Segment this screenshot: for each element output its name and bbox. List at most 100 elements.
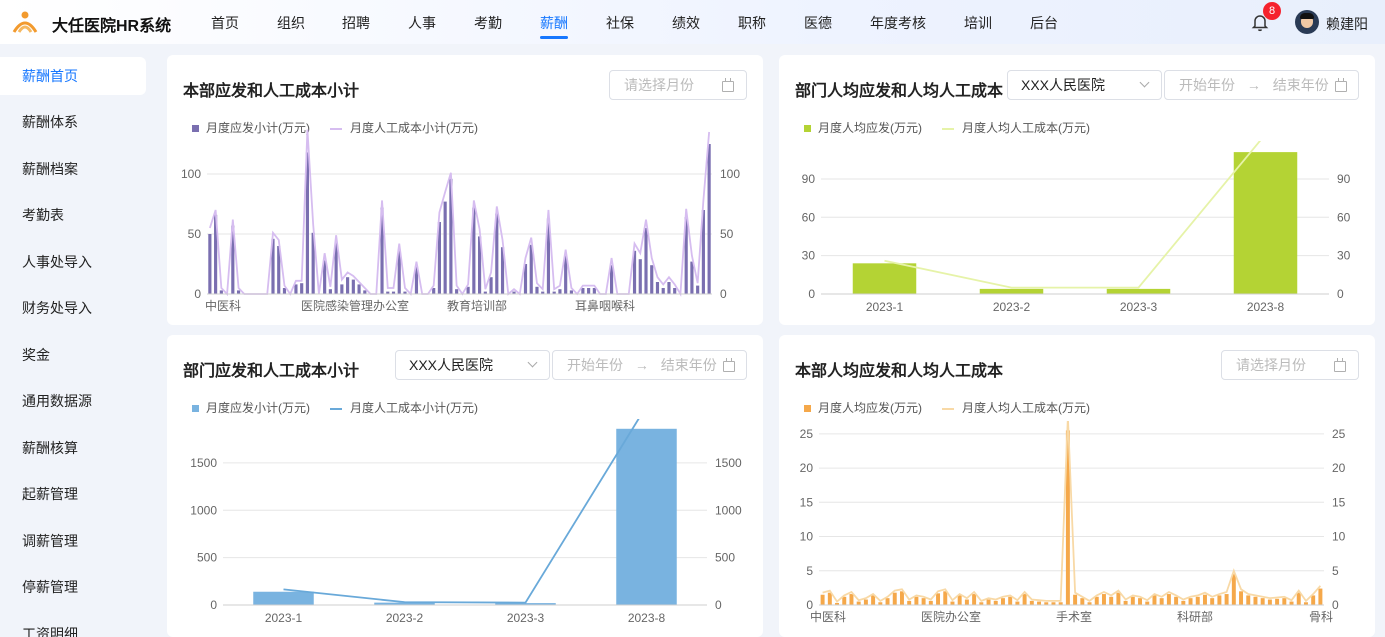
bar [1094, 596, 1099, 605]
bar [863, 599, 868, 605]
top-navbar: 大任医院HR系统 首页 组织 招聘 人事 考勤 薪酬 社保 绩效 职称 医德 年… [0, 0, 1385, 44]
bar [827, 592, 832, 605]
nav-medical-ethics[interactable]: 医德 [804, 13, 832, 33]
bar [1217, 595, 1222, 605]
card-dept-salary-cost-hospital: 部门应发和人工成本小计 XXX人民医院 开始年份 → 结束年份 月度应发小计(万… [167, 335, 763, 637]
nav-annual-review[interactable]: 年度考核 [870, 13, 926, 33]
nav-organization[interactable]: 组织 [277, 13, 305, 33]
x-tick-label: 教育培训部 [447, 298, 507, 313]
card-dept-salary-cost: 本部应发和人工成本小计 请选择月份 月度应发小计(万元) 月度人工成本小计(万元)… [167, 55, 763, 325]
legend-label: 月度人工成本小计(万元) [350, 400, 478, 415]
nav-salary[interactable]: 薪酬 [540, 13, 568, 33]
bar [1008, 596, 1013, 605]
bar [957, 595, 962, 605]
bar [1233, 152, 1298, 294]
sidebar-item-hr-import[interactable]: 人事处导入 [0, 243, 146, 281]
sidebar-item-salary-detail[interactable]: 工资明细 [0, 615, 146, 637]
app-logo-icon [12, 11, 38, 33]
nav-personnel[interactable]: 人事 [408, 13, 436, 33]
bar [1166, 594, 1171, 605]
x-tick-label: 中医科 [205, 298, 241, 313]
sidebar-item-salary-system[interactable]: 薪酬体系 [0, 103, 146, 141]
sidebar-item-salary-start[interactable]: 起薪管理 [0, 475, 146, 513]
bar [1145, 601, 1150, 605]
legend-label: 月度人均人工成本(万元) [962, 400, 1090, 415]
bar [443, 201, 447, 294]
nav-attendance[interactable]: 考勤 [474, 13, 502, 33]
bar [558, 289, 562, 294]
bar [907, 600, 912, 605]
sidebar-item-attendance-sheet[interactable]: 考勤表 [0, 196, 146, 234]
bar [1022, 594, 1027, 605]
y-tick-label: 0 [808, 287, 815, 301]
y-tick-label-right: 0 [715, 598, 722, 612]
bar [1282, 598, 1287, 605]
bar [351, 279, 355, 294]
y-tick-label: 50 [188, 227, 202, 241]
y-tick-label-right: 0 [720, 287, 727, 301]
bar [1289, 601, 1294, 605]
x-tick-label: 科研部 [1177, 609, 1213, 624]
bar [1210, 598, 1215, 605]
bar [1123, 600, 1128, 605]
y-tick-label-right: 5 [1332, 564, 1339, 578]
bar [1000, 598, 1005, 605]
legend-label: 月度应发小计(万元) [206, 400, 310, 415]
bar [1202, 594, 1207, 605]
nav-training[interactable]: 培训 [964, 13, 992, 33]
nav-social-security[interactable]: 社保 [606, 13, 634, 33]
y-tick-label: 60 [802, 210, 816, 224]
nav-title-rank[interactable]: 职称 [738, 13, 766, 33]
x-tick-label: 2023-3 [1120, 300, 1158, 314]
y-tick-label: 500 [197, 551, 217, 565]
avatar[interactable] [1295, 10, 1319, 34]
y-tick-label: 15 [800, 495, 814, 509]
legend-label: 月度人均人工成本(万元) [962, 120, 1090, 135]
y-tick-label-right: 10 [1332, 530, 1346, 544]
y-tick-label: 5 [806, 564, 813, 578]
bar [581, 288, 585, 294]
bar [842, 596, 847, 605]
nav-admin[interactable]: 后台 [1030, 13, 1058, 33]
bar [253, 591, 314, 605]
sidebar-item-salary-calc[interactable]: 薪酬核算 [0, 429, 146, 467]
x-tick-label: 2023-3 [507, 611, 545, 625]
sidebar-item-bonus[interactable]: 奖金 [0, 336, 146, 374]
bar [1138, 598, 1143, 605]
bar [1318, 588, 1323, 605]
bar [644, 228, 648, 294]
sidebar-item-salary-archive[interactable]: 薪酬档案 [0, 150, 146, 188]
bar [1073, 594, 1078, 605]
bar [1188, 598, 1193, 605]
sidebar-item-salary-stop[interactable]: 停薪管理 [0, 568, 146, 606]
chart-avg-salary-cost: 月度人均应发(万元) 月度人均人工成本(万元)0 05 510 1015 1520 2025… [800, 400, 1346, 624]
bar [986, 599, 991, 605]
sidebar-item-finance-import[interactable]: 财务处导入 [0, 289, 146, 327]
bar [340, 284, 344, 294]
bar [1311, 595, 1316, 605]
y-tick-label-right: 15 [1332, 495, 1346, 509]
bar [535, 286, 539, 294]
nav-recruitment[interactable]: 招聘 [342, 13, 370, 33]
nav-home[interactable]: 首页 [211, 13, 239, 33]
sidebar-item-data-source[interactable]: 通用数据源 [0, 382, 146, 420]
x-tick-label: 2023-2 [386, 611, 424, 625]
bar [236, 290, 241, 294]
bar [1296, 592, 1301, 605]
x-tick-label: 中医科 [810, 609, 846, 624]
bar [1116, 592, 1121, 605]
y-tick-label: 1500 [190, 456, 217, 470]
nav-active-indicator [540, 36, 568, 39]
bar [1239, 591, 1244, 605]
bar [655, 282, 660, 294]
sidebar-item-salary-adjust[interactable]: 调薪管理 [0, 522, 146, 560]
legend-swatch-bar [192, 125, 199, 132]
bar [300, 283, 304, 294]
nav-performance[interactable]: 绩效 [672, 13, 700, 33]
bar [616, 428, 677, 605]
sidebar-item-salary-home[interactable]: 薪酬首页 [0, 57, 146, 95]
bar [489, 277, 493, 294]
series-line [283, 419, 640, 604]
x-tick-label: 医院办公室 [921, 609, 981, 624]
user-name[interactable]: 赖建阳 [1326, 14, 1368, 34]
